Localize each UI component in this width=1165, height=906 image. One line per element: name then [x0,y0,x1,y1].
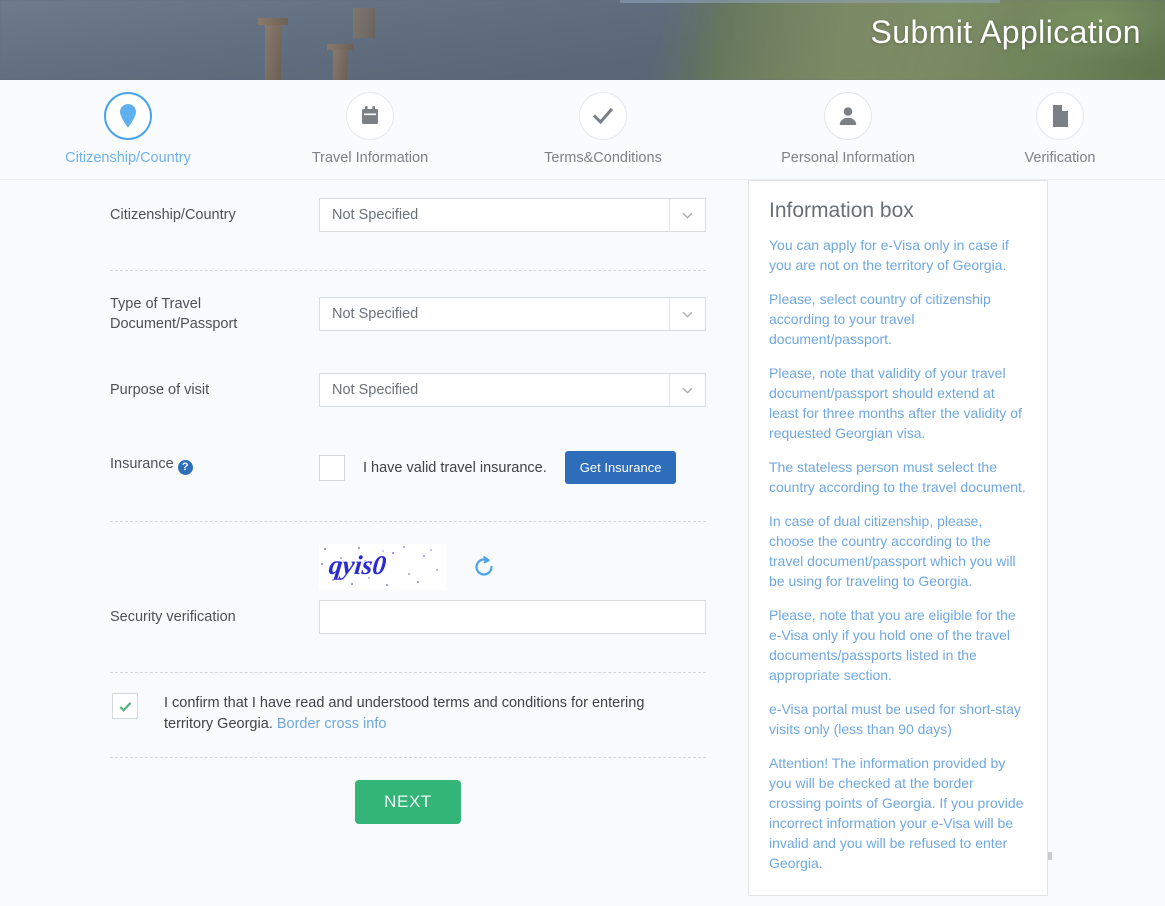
label-travel-document: Type of Travel Document/Passport [110,294,310,334]
refresh-icon [475,556,493,576]
security-verification-input[interactable] [319,600,706,634]
info-paragraph: Attention! The information provided by y… [769,755,1024,871]
step-circle-citizenship [104,92,152,140]
hero-banner: Submit Application [0,0,1165,80]
page-root: Submit Application Citizenship/Country T… [0,0,1165,906]
select-travel-document[interactable]: Not Specified [319,297,706,331]
row-confirm-terms: I confirm that I have read and understoo… [110,693,706,743]
step-verification[interactable]: Verification [975,92,1145,166]
insurance-checkbox-label: I have valid travel insurance. [363,459,547,476]
information-box-title: Information box [769,199,914,222]
row-purpose-of-visit: Purpose of visit Not Specified [110,373,706,423]
step-label-citizenship: Citizenship/Country [65,150,191,166]
stone-tower-3 [333,48,347,80]
confirm-terms-text: I confirm that I have read and understoo… [164,693,694,735]
label-citizenship: Citizenship/Country [110,207,236,223]
insurance-controls: I have valid travel insurance. Get Insur… [319,451,677,484]
select-purpose-value: Not Specified [332,382,419,398]
confirm-group: I confirm that I have read and understoo… [112,693,694,735]
step-label-personal: Personal Information [781,150,915,166]
info-paragraph: e-Visa portal must be used for short-sta… [769,701,1021,737]
step-label-terms: Terms&Conditions [544,150,662,166]
select-citizenship-arrow[interactable] [669,199,705,231]
select-purpose-of-visit[interactable]: Not Specified [319,373,706,407]
next-button[interactable]: NEXT [355,780,461,824]
step-label-travel: Travel Information [311,150,429,166]
row-insurance: Insurance? I have valid travel insurance… [110,449,706,499]
row-travel-document: Type of Travel Document/Passport Not Spe… [110,294,706,347]
step-terms-conditions[interactable]: Terms&Conditions [518,92,688,166]
step-circle-personal [824,92,872,140]
label-security-verification: Security verification [110,609,236,625]
divider-1 [110,270,706,271]
step-personal-information[interactable]: Personal Information [763,92,933,166]
page-title: Submit Application [870,14,1141,50]
document-icon [1053,105,1068,127]
step-circle-terms [579,92,627,140]
stone-tower-5 [353,8,375,38]
label-purpose-of-visit: Purpose of visit [110,382,210,398]
person-icon [839,107,857,125]
check-icon [119,701,131,712]
confirm-terms-checkbox[interactable] [112,693,138,719]
help-circle-icon[interactable]: ? [177,460,193,475]
info-paragraph: You can apply for e-Visa only in case if… [769,237,1009,273]
label-insurance-text: Insurance [110,456,174,472]
information-box-wrapper: Information box You can apply for e-Visa… [748,180,1052,896]
stone-tower-2 [258,18,288,25]
border-cross-info-link[interactable]: Border cross info [277,716,387,732]
check-icon [592,107,614,125]
chevron-down-icon [682,311,693,318]
select-travel-document-value: Not Specified [332,306,419,322]
stone-tower-4 [327,44,353,50]
label-travel-document-line2: Document/Passport [110,316,238,332]
insurance-checkbox[interactable] [319,454,345,481]
captcha-refresh-button[interactable] [471,554,497,580]
step-travel-information[interactable]: Travel Information [285,92,455,166]
row-captcha: qyis0 [110,544,706,594]
select-travel-document-arrow[interactable] [669,298,705,330]
divider-2 [110,521,706,522]
information-box: Information box You can apply for e-Visa… [748,180,1048,896]
calendar-icon [362,106,378,124]
stone-tower-1 [265,22,281,80]
label-travel-document-line1: Type of Travel [110,296,202,312]
select-citizenship-value: Not Specified [332,207,419,223]
step-citizenship-country[interactable]: Citizenship/Country [43,92,213,166]
chevron-down-icon [682,387,693,394]
info-paragraph: Please, note that validity of your trave… [769,365,1022,441]
info-paragraph: Please, select country of citizenship ac… [769,291,991,347]
captcha-image: qyis0 [319,544,447,590]
info-paragraph: In case of dual citizenship, please, cho… [769,513,1016,589]
select-purpose-arrow[interactable] [669,374,705,406]
confirm-terms-sentence: I confirm that I have read and understoo… [164,695,645,732]
row-next: NEXT [110,780,706,830]
step-navigation: Citizenship/Country Travel Information T… [0,80,1165,180]
captcha-group: qyis0 [319,544,497,590]
info-paragraph: Please, note that you are eligible for t… [769,607,1016,683]
step-circle-verification [1036,92,1084,140]
row-citizenship: Citizenship/Country Not Specified [110,198,706,248]
select-citizenship[interactable]: Not Specified [319,198,706,232]
label-insurance: Insurance? [110,454,310,475]
main-content: Citizenship/Country Not Specified Type o… [0,180,1165,906]
divider-4 [110,757,706,758]
info-paragraph: The stateless person must select the cou… [769,459,1026,495]
application-form: Citizenship/Country Not Specified Type o… [110,180,706,830]
captcha-text: qyis0 [327,550,388,580]
row-security-verification: Security verification [110,600,706,650]
step-circle-travel [346,92,394,140]
chevron-down-icon [682,212,693,219]
get-insurance-button[interactable]: Get Insurance [564,451,677,484]
step-label-verification: Verification [1024,150,1096,166]
hero-top-strip [620,0,1000,3]
divider-3 [110,672,706,673]
map-pin-icon [120,104,136,128]
